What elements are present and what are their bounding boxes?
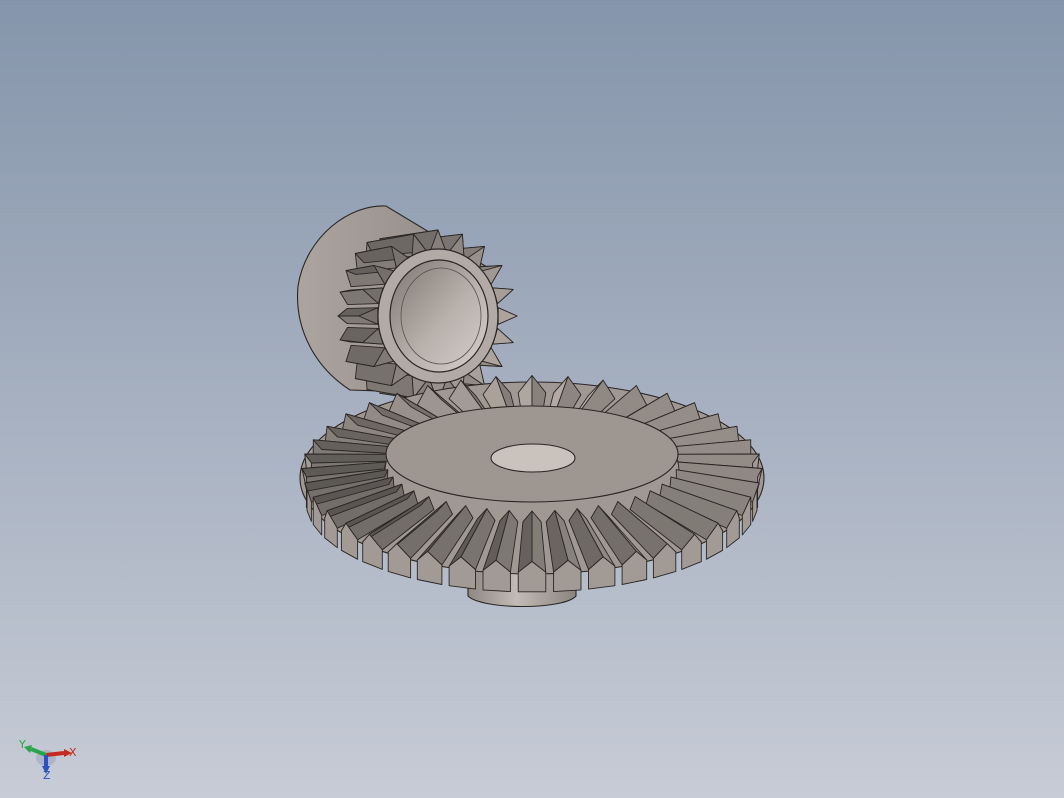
orientation-triad[interactable]: X Y Z xyxy=(14,736,80,784)
gear-assembly-model[interactable] xyxy=(0,0,1064,798)
pinion-gear[interactable] xyxy=(296,205,518,403)
triad-x-label: X xyxy=(69,746,77,759)
ring-gear[interactable] xyxy=(299,375,765,607)
pinion-bore xyxy=(389,259,489,373)
triad-z-label: Z xyxy=(43,769,51,782)
graphics-viewport[interactable]: X Y Z xyxy=(0,0,1064,798)
ring-tooth-flank xyxy=(304,453,389,464)
pinion-tooth-face xyxy=(497,307,518,325)
triad-y-label: Y xyxy=(19,738,26,751)
ring-gear-bore xyxy=(490,443,576,473)
